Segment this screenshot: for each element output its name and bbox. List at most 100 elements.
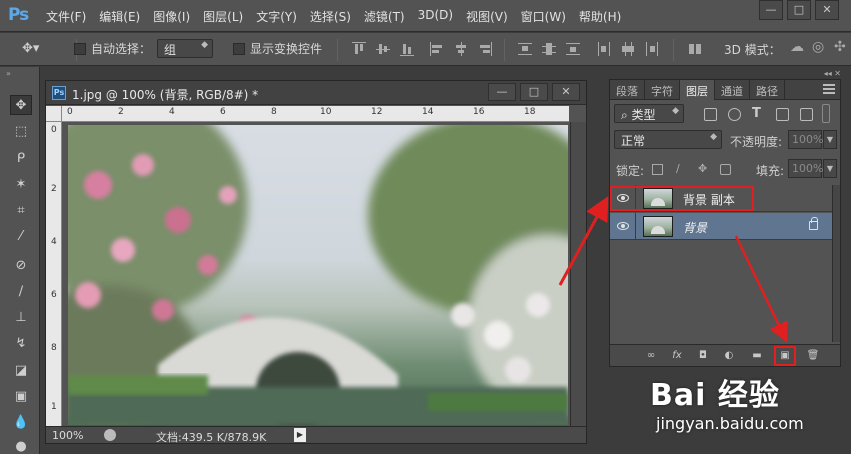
document-title: 1.jpg @ 100% (背景, RGB/8#) * — [72, 88, 259, 102]
lock-all-icon[interactable] — [720, 164, 731, 175]
filter-pixel-icon[interactable] — [704, 108, 717, 121]
opacity-input[interactable]: 100% — [788, 130, 823, 149]
fx-icon[interactable]: fx — [670, 349, 684, 362]
3d-drag-icon[interactable]: ✣ — [834, 39, 846, 55]
trash-icon[interactable]: 🗑 — [806, 349, 820, 362]
filter-kind-dropdown[interactable]: ⌕ 类型 ◆ — [614, 104, 684, 123]
folder-icon[interactable]: ▬ — [750, 349, 764, 362]
blend-mode-dropdown[interactable]: 正常 ◆ — [614, 130, 722, 149]
vertical-scrollbar[interactable] — [570, 122, 586, 426]
menu-3d[interactable]: 3D(D) — [418, 8, 453, 25]
menu-file[interactable]: 文件(F) — [46, 8, 86, 25]
distribute-right-icon[interactable] — [645, 42, 659, 56]
magic-wand-tool-icon[interactable]: ✶ — [10, 175, 32, 195]
status-info-icon[interactable] — [104, 429, 116, 441]
doc-maximize-button[interactable]: □ — [520, 83, 548, 101]
align-right-icon[interactable] — [478, 42, 492, 56]
ruler-tick: 2 — [118, 107, 124, 117]
lock-position-icon[interactable]: ✥ — [698, 163, 709, 175]
filter-smart-object-icon[interactable] — [800, 108, 813, 121]
eraser-tool-icon[interactable]: ◪ — [10, 361, 32, 381]
crop-tool-icon[interactable]: ⌗ — [10, 201, 32, 221]
ruler-tick: 16 — [473, 107, 485, 117]
menu-select[interactable]: 选择(S) — [310, 8, 351, 25]
layers-scrollbar[interactable] — [832, 185, 840, 342]
align-bottom-icon[interactable] — [400, 42, 414, 56]
move-tool-icon[interactable]: ✥ — [10, 95, 32, 115]
tab-paragraph[interactable]: 段落 — [610, 80, 645, 100]
blur-tool-icon[interactable]: 💧 — [10, 413, 32, 433]
collapse-icon[interactable]: » — [6, 69, 11, 78]
3d-rotate-icon[interactable]: ☁ — [790, 39, 804, 55]
fill-dropdown-icon[interactable]: ▼ — [823, 159, 837, 178]
image-canvas[interactable] — [68, 125, 568, 425]
align-vcenter-icon[interactable] — [376, 42, 390, 56]
opacity-dropdown-icon[interactable]: ▼ — [823, 130, 837, 149]
auto-select-dropdown[interactable]: 组 ◆ — [157, 39, 213, 58]
align-hcenter-icon[interactable] — [454, 42, 468, 56]
history-brush-tool-icon[interactable]: ↯ — [10, 334, 32, 354]
distribute-hcenter-icon[interactable] — [621, 42, 635, 56]
menu-filter[interactable]: 滤镜(T) — [364, 8, 405, 25]
options-bar: ✥▾ 自动选择： 组 ◆ 显示变换控件 3D 模式： ☁ ◎ ✣ — [0, 33, 851, 66]
doc-close-button[interactable]: ✕ — [552, 83, 580, 101]
distribute-top-icon[interactable] — [518, 42, 532, 56]
menu-window[interactable]: 窗口(W) — [521, 8, 566, 25]
vertical-ruler[interactable]: 0 2 4 6 8 1 — [46, 122, 62, 426]
menu-help[interactable]: 帮助(H) — [579, 8, 621, 25]
panel-menu-icon[interactable] — [823, 84, 835, 94]
menu-image[interactable]: 图像(I) — [153, 8, 190, 25]
gradient-tool-icon[interactable]: ▣ — [10, 387, 32, 407]
3d-roll-icon[interactable]: ◎ — [812, 39, 824, 55]
menu-type[interactable]: 文字(Y) — [256, 8, 297, 25]
align-left-icon[interactable] — [430, 42, 444, 56]
distribute-vcenter-icon[interactable] — [542, 42, 556, 56]
move-tool-preset-icon[interactable]: ✥▾ — [22, 41, 39, 56]
filter-adjustment-icon[interactable] — [728, 108, 741, 121]
tab-layers[interactable]: 图层 — [680, 80, 715, 100]
align-top-icon[interactable] — [352, 42, 366, 56]
menu-view[interactable]: 视图(V) — [466, 8, 508, 25]
adjustment-icon[interactable]: ◐ — [722, 349, 736, 362]
menu-edit[interactable]: 编辑(E) — [99, 8, 140, 25]
mask-icon[interactable]: ◘ — [696, 349, 710, 362]
auto-select-checkbox[interactable] — [74, 42, 86, 55]
doc-minimize-button[interactable]: — — [488, 83, 516, 101]
brush-tool-icon[interactable]: ∕ — [10, 282, 32, 302]
healing-brush-tool-icon[interactable]: ⊘ — [10, 256, 32, 276]
auto-align-icon[interactable] — [688, 42, 702, 56]
ruler-tick: 2 — [51, 184, 57, 194]
lasso-tool-icon[interactable]: ᑭ — [10, 149, 32, 169]
status-menu-arrow-icon[interactable]: ▶ — [294, 428, 306, 442]
lock-paint-icon[interactable]: ∕ — [676, 163, 687, 175]
dodge-tool-icon[interactable]: ● — [10, 437, 32, 454]
annotation-highlight-new-layer — [774, 346, 796, 366]
eyedropper-tool-icon[interactable]: ⁄ — [10, 227, 32, 247]
fill-input[interactable]: 100% — [788, 159, 823, 178]
clone-stamp-tool-icon[interactable]: ⊥ — [10, 308, 32, 328]
maximize-button[interactable]: □ — [787, 0, 811, 20]
panel-collapse-icon[interactable]: ◂◂ ✕ — [609, 69, 841, 79]
visibility-toggle[interactable] — [610, 213, 636, 240]
tab-channels[interactable]: 通道 — [715, 80, 750, 100]
show-transform-checkbox[interactable] — [233, 42, 245, 55]
document-title-bar[interactable]: Ps 1.jpg @ 100% (背景, RGB/8#) * — □ ✕ — [46, 81, 586, 105]
filter-shape-icon[interactable] — [776, 108, 789, 121]
menu-layer[interactable]: 图层(L) — [203, 8, 243, 25]
layer-row-background[interactable]: 背景 — [610, 213, 832, 240]
horizontal-ruler[interactable]: 0 2 4 6 8 10 12 14 16 18 — [62, 106, 569, 122]
ruler-corner[interactable] — [46, 106, 62, 122]
minimize-button[interactable]: — — [759, 0, 783, 20]
tab-paths[interactable]: 路径 — [750, 80, 785, 100]
marquee-tool-icon[interactable]: ⬚ — [10, 122, 32, 142]
zoom-level[interactable]: 100% — [52, 429, 83, 442]
tab-character[interactable]: 字符 — [645, 80, 680, 100]
link-icon[interactable]: ∞ — [644, 349, 658, 362]
distribute-bottom-icon[interactable] — [566, 42, 580, 56]
filter-toggle[interactable] — [822, 104, 830, 123]
lock-transparent-icon[interactable] — [652, 164, 663, 175]
distribute-left-icon[interactable] — [597, 42, 611, 56]
close-button[interactable]: ✕ — [815, 0, 839, 20]
document-size: 文档:439.5 K/878.9K — [156, 431, 267, 444]
filter-type-icon[interactable]: T — [752, 107, 765, 121]
